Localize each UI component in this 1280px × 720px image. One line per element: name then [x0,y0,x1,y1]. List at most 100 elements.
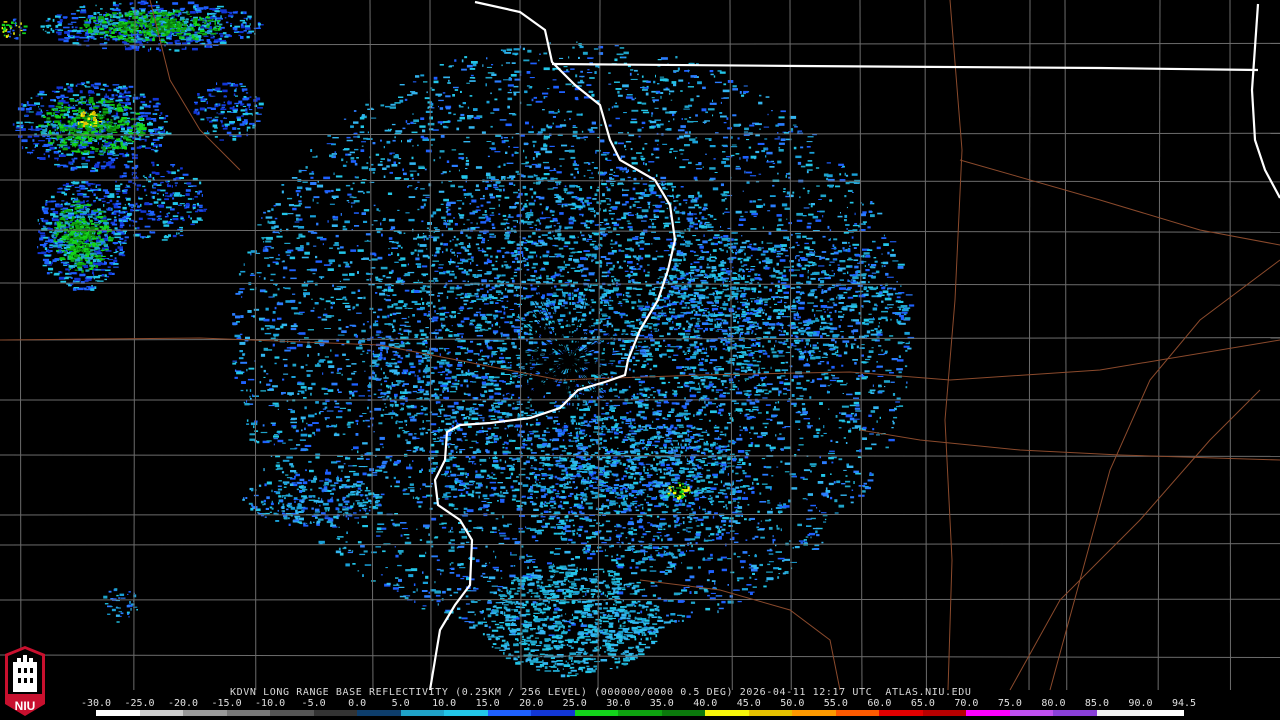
echo-pixel [424,354,429,356]
echo-pixel [450,539,455,542]
echo-pixel [510,227,513,230]
echo-pixel [883,234,885,237]
echo-pixel [537,587,539,590]
echo-pixel [401,140,402,143]
echo-pixel [867,479,874,482]
echo-pixel [481,241,485,244]
echo-pixel [499,625,503,627]
echo-pixel [492,297,498,300]
echo-pixel [385,294,388,296]
echo-pixel [481,386,487,388]
echo-pixel [421,359,424,363]
echo-pixel [422,420,424,423]
echo-pixel [487,155,490,158]
echo-pixel [240,361,248,364]
echo-pixel [232,313,236,316]
echo-pixel [479,507,485,509]
echo-pixel [807,493,813,496]
echo-pixel [816,507,818,509]
echo-pixel [640,157,646,160]
echo-pixel [445,377,452,380]
echo-pixel [718,501,725,503]
echo-pixel [732,114,737,117]
echo-pixel [814,296,818,299]
echo-pixel [714,172,718,173]
echo-pixel [343,463,346,465]
echo-pixel [445,422,452,425]
echo-pixel [503,537,510,540]
echo-pixel [675,156,677,159]
echo-pixel [789,194,794,198]
echo-pixel [290,342,296,344]
echo-pixel [488,576,496,580]
echo-pixel [642,147,645,150]
echo-pixel [324,417,330,419]
echo-pixel [278,232,280,234]
echo-pixel [576,136,581,140]
echo-pixel [706,579,710,582]
echo-pixel [275,258,281,260]
echo-pixel [854,223,858,225]
echo-pixel [380,574,383,576]
echo-pixel [376,535,381,537]
echo-pixel [265,248,269,252]
echo-pixel [815,530,818,534]
echo-pixel [487,601,492,604]
echo-pixel [478,621,481,625]
echo-pixel [307,424,313,427]
echo-pixel [500,365,507,369]
echo-pixel [681,562,683,564]
echo-pixel [793,313,799,317]
echo-pixel [441,181,443,184]
echo-pixel [775,544,777,547]
echo-pixel [439,64,444,66]
echo-pixel [784,471,790,473]
echo-pixel [682,521,685,525]
echo-pixel [897,341,903,345]
echo-pixel [360,544,365,548]
echo-pixel [389,171,393,174]
echo-pixel [535,245,543,247]
echo-pixel [768,323,776,326]
echo-pixel [676,419,681,422]
echo-pixel [854,407,861,410]
echo-pixel [762,226,764,229]
echo-pixel [331,424,336,427]
echo-pixel [507,97,513,101]
echo-pixel [464,249,470,252]
echo-pixel [757,322,759,326]
echo-pixel [709,102,717,105]
echo-pixel [357,541,362,544]
echo-pixel [457,563,462,567]
echo-pixel [741,402,747,406]
echo-pixel [274,217,278,220]
echo-pixel [557,203,561,205]
echo-pixel [511,176,513,180]
echo-pixel [827,225,830,229]
echo-pixel [296,193,299,197]
echo-pixel [445,106,451,110]
echo-pixel [500,577,503,579]
echo-pixel [556,590,562,592]
echo-pixel [594,193,598,196]
echo-pixel [843,437,846,439]
echo-pixel [617,90,620,94]
echo-pixel [722,303,729,306]
echo-pixel [660,522,667,525]
echo-pixel [337,367,343,370]
echo-pixel [722,158,728,160]
echo-pixel [642,533,647,536]
echo-pixel [591,93,595,97]
echo-pixel [352,465,357,467]
echo-pixel [454,59,457,62]
echo-pixel [342,225,346,228]
echo-pixel [636,263,639,265]
echo-pixel [844,214,848,218]
echo-pixel [458,207,462,210]
echo-pixel [546,300,548,303]
echo-pixel [386,140,391,144]
echo-pixel [684,134,691,138]
echo-pixel [868,313,872,315]
echo-pixel [806,425,813,427]
echo-pixel [778,510,782,513]
